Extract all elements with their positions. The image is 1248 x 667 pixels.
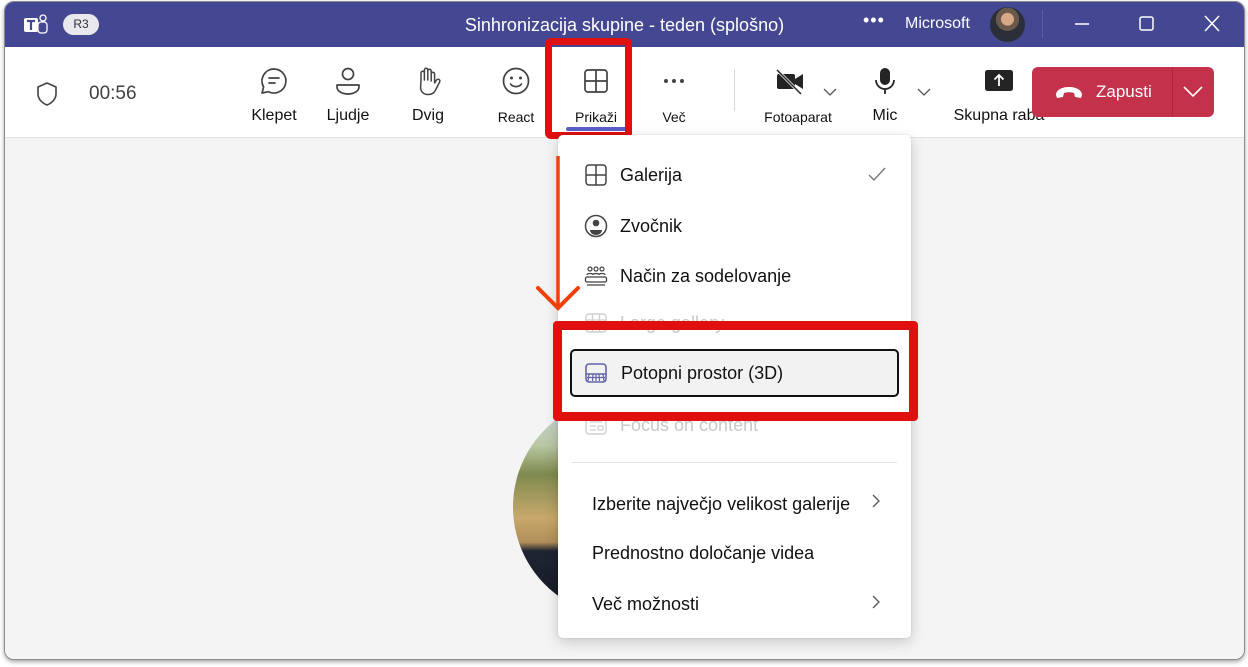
chevron-right-icon [872,595,880,609]
menu-item-label: Galerija [620,165,683,185]
speaker-person-icon [584,214,608,238]
more-icon [664,79,684,83]
mic-label: Mic [872,107,898,124]
annotation-arrow-icon [536,156,580,311]
more-actions-button[interactable]: Več [646,47,702,135]
people-button[interactable]: Ljudje [317,47,379,135]
leave-divider [1172,67,1173,117]
together-mode-icon [584,266,608,286]
close-icon[interactable] [1197,11,1227,37]
menu-item-speaker[interactable]: Zvočnik [558,204,911,248]
menu-item-label: Izberite največjo velikost galerije [592,494,851,514]
window-title: Sinhronizacija skupine - teden (splošno) [464,15,785,35]
menu-item-together-mode[interactable]: Način za sodelovanje [558,254,911,298]
hang-up-icon [1056,87,1082,98]
more-actions-label: Več [662,109,686,125]
menu-item-more-options[interactable]: Več možnosti [558,582,911,626]
chat-icon [261,68,287,94]
toolbar-separator [734,69,735,111]
chevron-right-icon [872,494,880,508]
menu-item-gallery[interactable]: Galerija [558,153,911,197]
leave-button[interactable]: Zapusti [1032,67,1172,117]
person-icon [336,67,360,95]
maximize-icon[interactable] [1132,11,1162,37]
grid-icon [585,164,607,186]
meeting-timer: 00:56 [89,83,137,104]
react-label: React [497,109,535,125]
leave-button-group: Zapusti [1032,67,1214,117]
title-separator [1042,10,1043,38]
menu-item-label: Prednostno določanje videa [592,543,815,563]
raise-hand-icon [419,67,441,96]
organization-name[interactable]: Microsoft [905,15,970,33]
view-button-highlight [545,38,632,139]
leave-label: Zapusti [1096,82,1152,101]
camera-off-icon [775,68,803,96]
menu-item-max-gallery-size[interactable]: Izberite največjo velikost galerije [558,482,911,526]
share-icon [985,70,1013,91]
menu-item-label: Način za sodelovanje [620,266,792,286]
user-avatar[interactable] [990,7,1025,42]
raise-hand-button[interactable]: Dvig [397,47,459,135]
menu-item-label: Zvočnik [620,216,683,236]
shield-icon[interactable] [35,81,59,107]
immersive-item-highlight [553,321,918,421]
react-button[interactable]: React [484,47,548,135]
menu-divider [572,462,897,463]
camera-label: Fotoaparat [764,109,832,125]
leave-options-chevron-icon[interactable] [1182,85,1204,99]
menu-item-label: Več možnosti [592,594,700,614]
mic-icon [875,68,895,94]
camera-options-chevron-icon[interactable] [822,87,838,97]
minimize-icon[interactable] [1067,11,1097,37]
people-label: Ljudje [326,107,370,124]
title-more-button[interactable]: ••• [863,10,885,31]
smiley-icon [502,67,530,95]
raise-hand-label: Dvig [411,107,444,124]
mic-options-chevron-icon[interactable] [916,87,932,97]
menu-item-video-priority[interactable]: Prednostno določanje videa [558,531,911,575]
mic-button[interactable]: Mic [855,47,915,135]
chat-button[interactable]: Klepet [243,47,305,135]
checkmark-icon [868,167,886,181]
chat-label: Klepet [251,107,297,124]
